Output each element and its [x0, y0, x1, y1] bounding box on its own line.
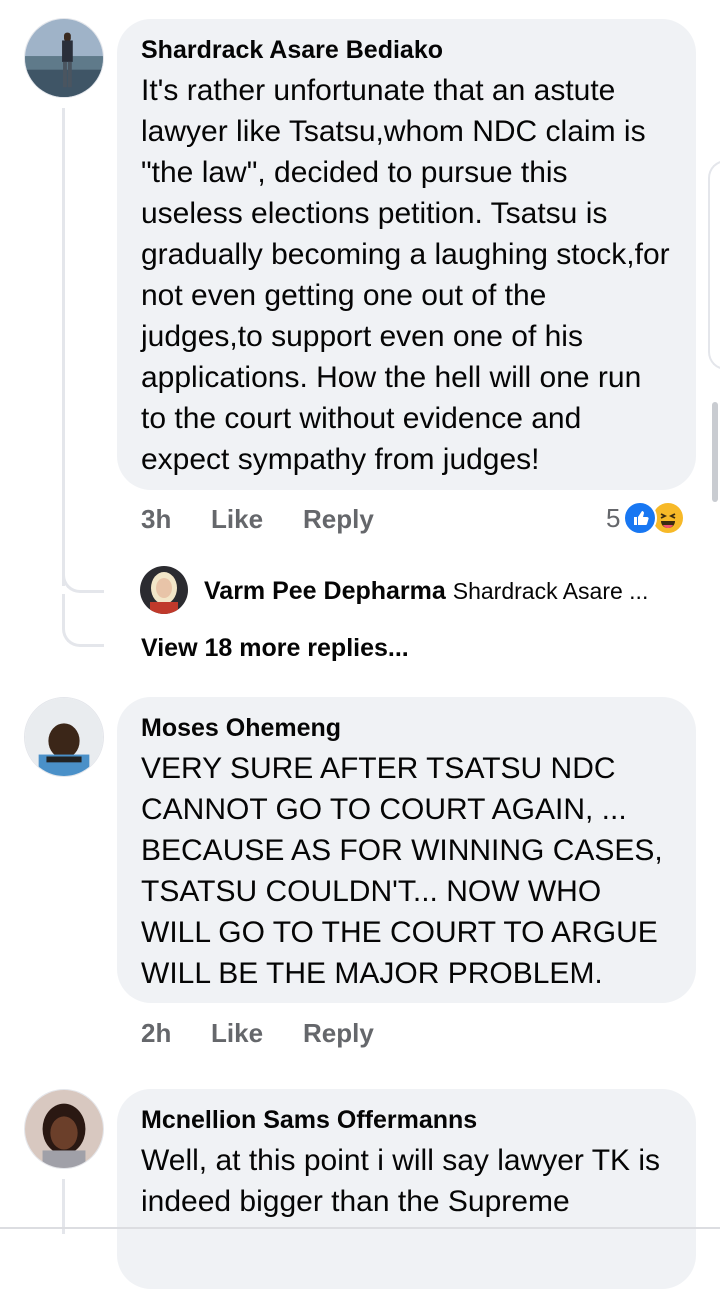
comment-text: It's rather unfortunate that an astute l… — [141, 74, 670, 476]
view-more-replies[interactable]: View 18 more replies... — [141, 632, 409, 664]
comment-actions: 2h Like Reply — [141, 1018, 374, 1049]
comment-text: Well, at this point i will say lawyer TK… — [141, 1144, 661, 1218]
comment-author[interactable]: Mcnellion Sams Offermanns — [141, 1105, 672, 1135]
reply-snippet: Shardrack Asare ... — [452, 578, 649, 604]
reply-author[interactable]: Varm Pee Depharma — [204, 577, 446, 605]
comment-actions: 3h Like Reply — [141, 504, 374, 535]
comment-author[interactable]: Moses Ohemeng — [141, 713, 672, 743]
comment-author[interactable]: Shardrack Asare Bediako — [141, 35, 672, 65]
avatar-varm[interactable] — [140, 566, 188, 614]
like-button[interactable]: Like — [211, 1018, 303, 1049]
reply-button[interactable]: Reply — [303, 504, 374, 535]
thread-line — [62, 1179, 65, 1234]
comment-bubble[interactable]: Mcnellion Sams Offermanns Well, at this … — [117, 1089, 696, 1289]
avatar-shardrack[interactable] — [24, 18, 104, 98]
comment-bubble[interactable]: Shardrack Asare Bediako It's rather unfo… — [117, 19, 696, 490]
reply-connector — [62, 540, 104, 593]
like-button[interactable]: Like — [211, 504, 303, 535]
edge-panel — [708, 160, 720, 370]
reply-preview[interactable]: Varm Pee Depharma Shardrack Asare ... — [204, 576, 648, 606]
view-more-connector — [62, 594, 104, 647]
comment-time[interactable]: 2h — [141, 1018, 211, 1049]
reply-button[interactable]: Reply — [303, 1018, 374, 1049]
reaction-summary[interactable]: 5 — [606, 500, 686, 536]
avatar-moses[interactable] — [24, 697, 104, 777]
comment-bubble[interactable]: Moses Ohemeng VERY SURE AFTER TSATSU NDC… — [117, 697, 696, 1003]
avatar-mcnellion[interactable] — [24, 1089, 104, 1169]
scrollbar[interactable] — [712, 402, 718, 502]
comment-time[interactable]: 3h — [141, 504, 211, 535]
reaction-count: 5 — [606, 502, 621, 533]
bottom-divider — [0, 1227, 720, 1229]
like-reaction-icon — [623, 501, 658, 535]
comment-text: VERY SURE AFTER TSATSU NDC CANNOT GO TO … — [141, 752, 663, 990]
thread-line — [62, 108, 65, 586]
